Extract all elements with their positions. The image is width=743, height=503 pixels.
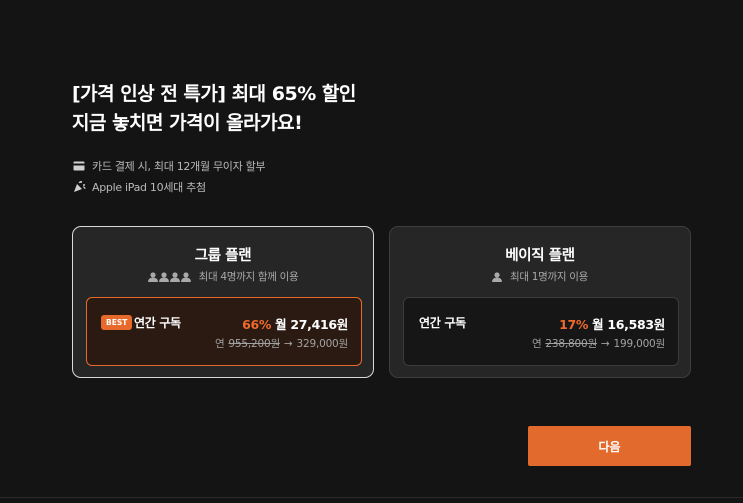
group-discount-percent: 66% xyxy=(242,317,272,332)
perk-installment-text: 카드 결제 시, 최대 12개월 무이자 할부 xyxy=(92,159,266,173)
group-annual-price: 66% 월 27,416원 xyxy=(242,314,348,333)
group-monthly-price: 월 27,416원 xyxy=(275,317,348,332)
divider xyxy=(0,497,743,498)
four-people-icon xyxy=(147,271,192,282)
headline-line-2: 지금 놓치면 가격이 올라가요! xyxy=(72,112,303,134)
basic-yearly-price: 연 238,800원 → 199,000원 xyxy=(532,336,665,351)
basic-year-prefix: 연 xyxy=(531,338,542,350)
group-year-prefix: 연 xyxy=(214,338,225,350)
group-price-arrow: → xyxy=(283,338,293,350)
group-plan-subtitle-text: 최대 4명까지 함께 이용 xyxy=(198,271,299,283)
basic-plan-card[interactable]: 베이직 플랜 최대 1명까지 이용 연간 구독 17% 월 16,583원 연 23… xyxy=(389,226,691,378)
perk-list: 카드 결제 시, 최대 12개월 무이자 할부 Apple iPad 10세대 … xyxy=(72,155,266,197)
next-button[interactable]: 다음 xyxy=(528,426,691,466)
group-discounted-price: 329,000원 xyxy=(296,338,349,350)
group-yearly-price: 연 955,200원 → 329,000원 xyxy=(215,336,348,351)
basic-discounted-price: 199,000원 xyxy=(613,338,666,350)
perk-ipad: Apple iPad 10세대 추첨 xyxy=(72,176,265,197)
perk-installment: 카드 결제 시, 최대 12개월 무이자 할부 xyxy=(72,155,266,176)
person-icon xyxy=(492,271,503,282)
headline: [가격 인상 전 특가] 최대 65% 할인 지금 놓치면 가격이 올라가요! xyxy=(72,80,356,138)
basic-plan-subtitle-text: 최대 1명까지 이용 xyxy=(510,271,588,283)
basic-discount-percent: 17% xyxy=(559,317,589,332)
basic-plan-subtitle: 최대 1명까지 이용 xyxy=(390,269,690,284)
basic-annual-price: 17% 월 16,583원 xyxy=(559,314,665,333)
group-plan-subtitle: 최대 4명까지 함께 이용 xyxy=(73,269,373,284)
credit-card-icon xyxy=(72,159,86,173)
group-plan-card[interactable]: 그룹 플랜 최대 4명까지 함께 이용 BEST 연간 구독 66% 월 27,4… xyxy=(72,226,374,378)
best-badge: BEST xyxy=(101,315,133,330)
basic-monthly-price: 월 16,583원 xyxy=(592,317,665,332)
party-popper-icon xyxy=(72,180,86,194)
headline-line-1: [가격 인상 전 특가] 최대 65% 할인 xyxy=(72,83,356,105)
basic-annual-option[interactable]: 연간 구독 17% 월 16,583원 연 238,800원 → 199,000원 xyxy=(403,297,679,366)
group-annual-label: 연간 구독 xyxy=(134,316,181,330)
group-original-price: 955,200원 xyxy=(228,338,280,350)
basic-price-arrow: → xyxy=(600,338,610,350)
group-annual-option[interactable]: BEST 연간 구독 66% 월 27,416원 연 955,200원 → 329,00… xyxy=(86,297,362,366)
group-plan-title: 그룹 플랜 xyxy=(194,248,252,264)
basic-original-price: 238,800원 xyxy=(545,338,597,350)
basic-annual-label: 연간 구독 xyxy=(419,316,466,330)
basic-plan-title: 베이직 플랜 xyxy=(505,248,575,264)
perk-ipad-text: Apple iPad 10세대 추첨 xyxy=(92,180,206,194)
